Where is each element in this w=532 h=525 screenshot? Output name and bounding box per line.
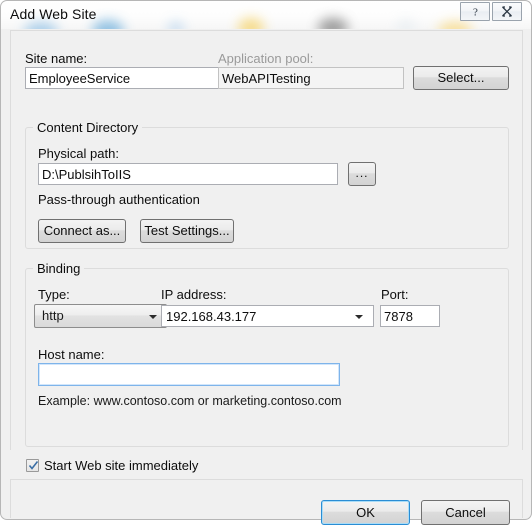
window-title: Add Web Site	[10, 6, 97, 22]
svg-text:?: ?	[473, 6, 478, 18]
binding-group-title: Binding	[33, 261, 85, 276]
add-web-site-dialog: Add Web Site ? Site name: Application po…	[0, 0, 532, 525]
passthrough-auth-label: Pass-through authentication	[38, 192, 200, 207]
port-input[interactable]	[380, 305, 440, 327]
binding-type-combobox[interactable]: http	[34, 304, 167, 328]
browse-physical-path-button[interactable]: ...	[348, 162, 376, 186]
close-button[interactable]	[492, 2, 522, 21]
binding-type-label: Type:	[38, 287, 70, 302]
cancel-button[interactable]: Cancel	[421, 500, 510, 525]
chevron-down-icon	[355, 315, 363, 319]
chevron-down-icon	[149, 315, 157, 319]
start-website-checkbox-label: Start Web site immediately	[44, 458, 199, 473]
host-name-label: Host name:	[38, 347, 105, 362]
test-settings-button[interactable]: Test Settings...	[140, 219, 234, 243]
ok-button[interactable]: OK	[321, 500, 410, 525]
application-pool-label: Application pool:	[218, 51, 314, 66]
content-directory-group-title: Content Directory	[33, 120, 143, 135]
ip-address-value: 192.168.43.177	[166, 309, 257, 324]
connect-as-button[interactable]: Connect as...	[38, 219, 126, 243]
dialog-body: Site name: Application pool: Select... C…	[0, 29, 532, 525]
select-app-pool-button[interactable]: Select...	[413, 66, 509, 90]
site-name-input[interactable]	[25, 67, 219, 89]
start-website-checkbox[interactable]	[26, 459, 39, 472]
port-label: Port:	[381, 287, 409, 302]
question-mark-icon: ?	[473, 6, 478, 18]
checkmark-icon	[28, 461, 39, 470]
title-bar: Add Web Site ?	[0, 0, 532, 30]
ip-address-combobox[interactable]: 192.168.43.177	[161, 305, 374, 327]
physical-path-label: Physical path:	[38, 146, 119, 161]
site-name-label: Site name:	[25, 51, 88, 66]
physical-path-input[interactable]	[38, 163, 338, 185]
binding-type-value: http	[42, 308, 64, 323]
help-button[interactable]: ?	[460, 2, 490, 21]
host-name-example-text: Example: www.contoso.com or marketing.co…	[38, 394, 342, 408]
close-icon	[502, 6, 512, 17]
application-pool-input[interactable]	[218, 67, 404, 89]
ip-address-label: IP address:	[161, 287, 227, 302]
host-name-input[interactable]	[38, 363, 340, 386]
